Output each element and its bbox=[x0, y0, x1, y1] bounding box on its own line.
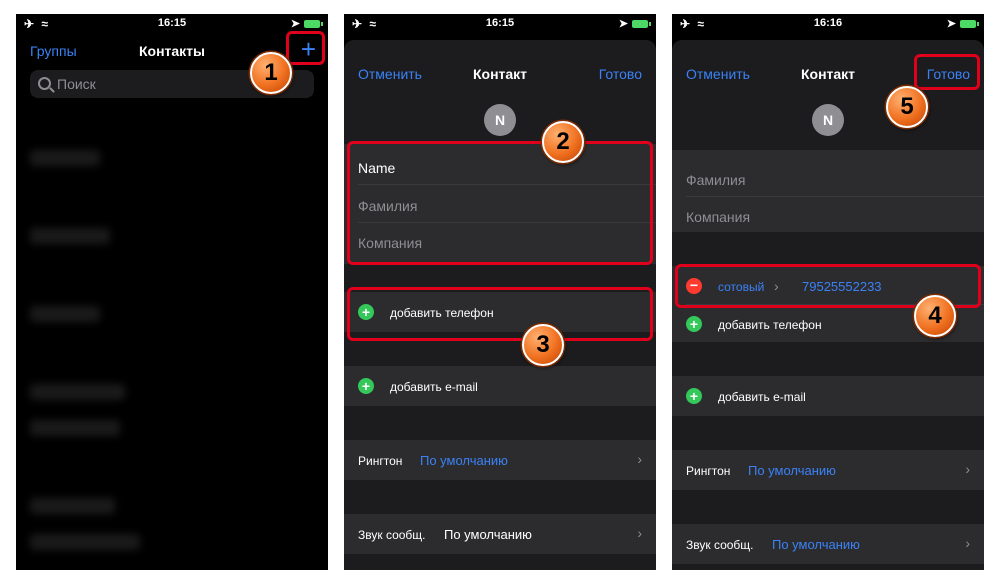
avatar[interactable]: N bbox=[484, 104, 516, 136]
add-email-label: добавить e-mail bbox=[718, 390, 806, 404]
list-item[interactable] bbox=[30, 420, 120, 436]
done-button[interactable]: Готово bbox=[599, 66, 642, 82]
add-email-row[interactable]: + добавить e-mail bbox=[344, 366, 656, 406]
sound-row[interactable]: Звук сообщ. По умолчанию › bbox=[344, 514, 656, 554]
status-bar: ✈ ≈ 16:15 ➤ bbox=[16, 14, 328, 34]
list-item[interactable] bbox=[30, 306, 100, 322]
add-icon: + bbox=[358, 378, 374, 394]
search-placeholder: Поиск bbox=[57, 76, 96, 92]
avatar[interactable]: N bbox=[812, 104, 844, 136]
status-bar: ✈ ≈ 16:16 ➤ bbox=[672, 14, 984, 34]
ringtone-value: По умолчанию bbox=[420, 453, 508, 468]
step-badge-2: 2 bbox=[542, 121, 584, 163]
screen-contacts-list: ✈ ≈ 16:15 ➤ Группы Контакты + Поиск 1 bbox=[16, 14, 328, 570]
step-badge-5: 5 bbox=[886, 86, 928, 128]
add-icon: + bbox=[686, 388, 702, 404]
add-icon[interactable]: + bbox=[686, 316, 702, 332]
sound-value: По умолчанию bbox=[444, 527, 532, 542]
highlight-box bbox=[347, 141, 653, 265]
sound-label: Звук сообщ. bbox=[686, 538, 754, 552]
status-time: 16:15 bbox=[157, 17, 187, 29]
status-bar: ✈ ≈ 16:15 ➤ bbox=[344, 14, 656, 34]
sound-row[interactable]: Звук сообщ. По умолчанию › bbox=[672, 524, 984, 564]
status-time: 16:15 bbox=[485, 17, 515, 29]
screen-new-contact: ✈ ≈ 16:15 ➤ Отменить Контакт Готово N Na… bbox=[344, 14, 656, 570]
battery-icon: ➤ bbox=[619, 17, 651, 30]
screen-contact-filled: ✈ ≈ 16:16 ➤ Отменить Контакт Готово N Фа… bbox=[672, 14, 984, 570]
highlight-box bbox=[286, 31, 325, 65]
step-badge-4: 4 bbox=[914, 295, 956, 337]
battery-icon: ➤ bbox=[291, 17, 323, 30]
list-item[interactable] bbox=[30, 534, 140, 550]
add-phone-label[interactable]: добавить телефон bbox=[718, 318, 822, 332]
sound-label: Звук сообщ. bbox=[358, 528, 426, 542]
ringtone-row[interactable]: Рингтон По умолчанию › bbox=[672, 450, 984, 490]
ringtone-label: Рингтон bbox=[686, 464, 731, 478]
contacts-list bbox=[16, 110, 328, 570]
list-item[interactable] bbox=[30, 150, 100, 166]
chevron-right-icon: › bbox=[637, 451, 642, 467]
sound-value: По умолчанию bbox=[772, 537, 860, 552]
list-item[interactable] bbox=[30, 498, 115, 514]
company-field[interactable]: Компания bbox=[686, 209, 750, 225]
add-email-label: добавить e-mail bbox=[390, 380, 478, 394]
add-email-row[interactable]: + добавить e-mail bbox=[672, 376, 984, 416]
chevron-right-icon: › bbox=[965, 535, 970, 551]
highlight-box bbox=[347, 287, 653, 341]
highlight-box bbox=[914, 54, 980, 90]
last-name-field[interactable]: Фамилия bbox=[686, 172, 745, 188]
battery-icon: ➤ bbox=[947, 17, 979, 30]
status-time: 16:16 bbox=[813, 17, 843, 29]
chevron-right-icon: › bbox=[637, 525, 642, 541]
ringtone-row[interactable]: Рингтон По умолчанию › bbox=[344, 440, 656, 480]
ringtone-value: По умолчанию bbox=[748, 463, 836, 478]
ringtone-label: Рингтон bbox=[358, 454, 403, 468]
step-badge-1: 1 bbox=[250, 52, 292, 94]
list-item[interactable] bbox=[30, 228, 110, 244]
list-item[interactable] bbox=[30, 384, 125, 400]
name-fields-group: Фамилия Компания bbox=[672, 150, 984, 232]
chevron-right-icon: › bbox=[965, 461, 970, 477]
search-icon bbox=[38, 77, 51, 90]
step-badge-3: 3 bbox=[522, 324, 564, 366]
